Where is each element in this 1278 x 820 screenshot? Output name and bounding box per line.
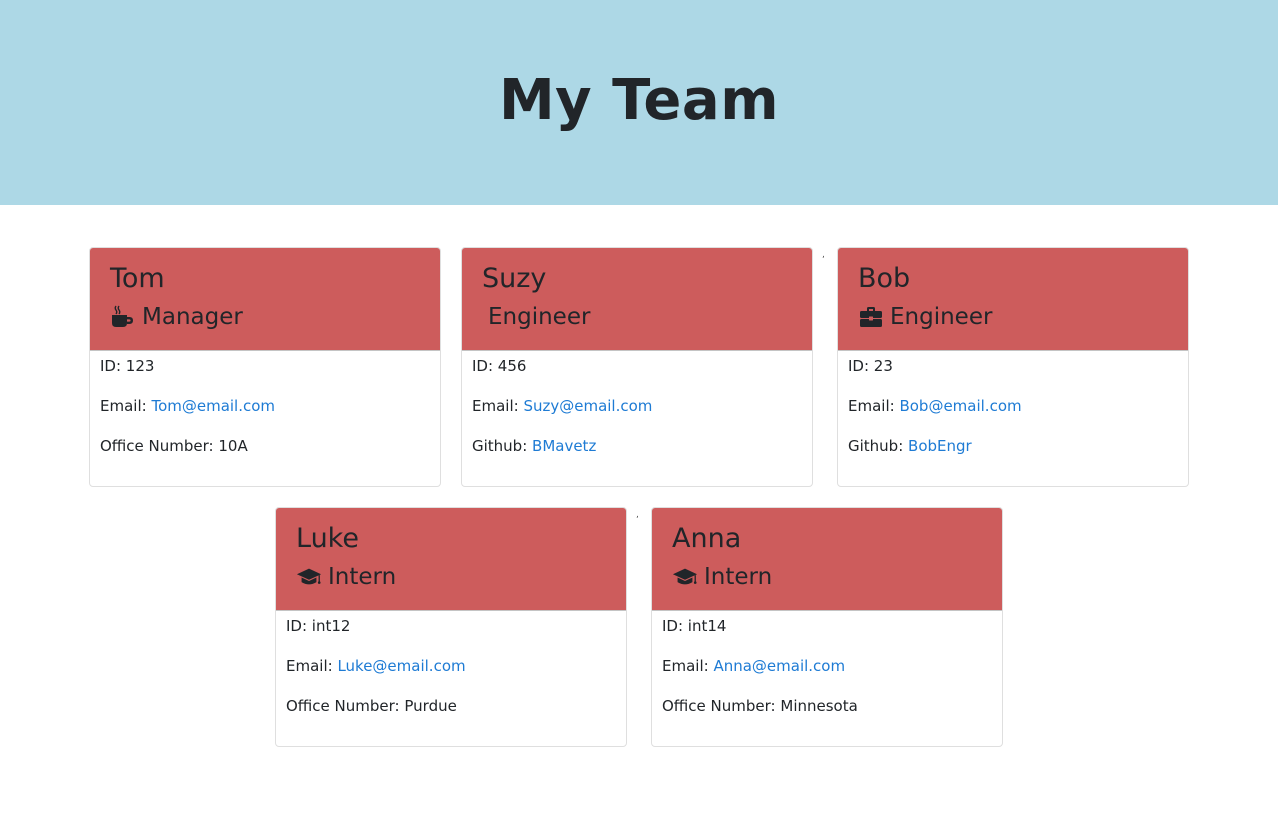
card-body: ID: int12 Email: Luke@email.com Office N… — [276, 611, 626, 715]
member-role: Engineer — [482, 302, 792, 332]
member-office: Office Number: Minnesota — [662, 697, 992, 715]
member-id: ID: int14 — [662, 617, 992, 635]
email-label: Email: — [472, 397, 524, 415]
email-label: Email: — [286, 657, 338, 675]
member-role-label: Engineer — [488, 304, 591, 330]
card-header: Bob Engineer — [838, 248, 1188, 351]
member-id: ID: 456 — [472, 357, 802, 375]
card-header: Suzy Engineer — [462, 248, 812, 351]
member-email: Email: Suzy@email.com — [472, 397, 802, 415]
team-member-card: Luke Intern ID: int12 Email: Luke@email.… — [275, 507, 627, 747]
github-link[interactable]: BMavetz — [532, 437, 596, 455]
team-member-card: Suzy Engineer ID: 456 Email: Suzy@email.… — [461, 247, 813, 487]
email-link[interactable]: Bob@email.com — [899, 397, 1021, 415]
member-name: Tom — [110, 263, 165, 294]
id-value: int12 — [311, 617, 351, 635]
member-role: Engineer — [858, 302, 1168, 332]
member-role-label: Intern — [704, 564, 773, 590]
id-value: 123 — [125, 357, 155, 375]
office-label: Office Number: — [286, 697, 405, 715]
office-label: Office Number: — [100, 437, 219, 455]
member-id: ID: int12 — [286, 617, 616, 635]
email-label: Email: — [100, 397, 152, 415]
page-header: My Team — [0, 0, 1278, 205]
member-name: Bob — [858, 263, 911, 294]
card-body: ID: 123 Email: Tom@email.com Office Numb… — [90, 351, 440, 455]
stray-mark: , — [822, 250, 825, 260]
team-member-card: Tom Manager ID: 123 Email: Tom@email.com… — [89, 247, 441, 487]
card-header: Luke Intern — [276, 508, 626, 611]
member-email: Email: Tom@email.com — [100, 397, 430, 415]
id-value: int14 — [687, 617, 727, 635]
id-value: 23 — [873, 357, 893, 375]
email-link[interactable]: Luke@email.com — [337, 657, 465, 675]
member-office: Office Number: Purdue — [286, 697, 616, 715]
team-member-card: Anna Intern ID: int14 Email: Anna@email.… — [651, 507, 1003, 747]
email-link[interactable]: Tom@email.com — [151, 397, 275, 415]
id-label: ID: — [662, 617, 688, 635]
member-office: Office Number: 10A — [100, 437, 430, 455]
github-label: Github: — [472, 437, 533, 455]
member-role-label: Engineer — [890, 304, 993, 330]
github-link[interactable]: BobEngr — [908, 437, 972, 455]
email-link[interactable]: Suzy@email.com — [523, 397, 652, 415]
mug-hot-icon — [110, 305, 136, 329]
email-link[interactable]: Anna@email.com — [713, 657, 845, 675]
email-label: Email: — [848, 397, 900, 415]
member-role: Manager — [110, 302, 420, 332]
office-value: Purdue — [404, 697, 457, 715]
team-member-card: Bob Engineer ID: 23 Email: Bob@email.com… — [837, 247, 1189, 487]
graduation-cap-icon — [296, 565, 322, 589]
graduation-cap-icon — [672, 565, 698, 589]
office-label: Office Number: — [662, 697, 781, 715]
member-role: Intern — [672, 562, 982, 592]
member-email: Email: Anna@email.com — [662, 657, 992, 675]
github-label: Github: — [848, 437, 909, 455]
email-label: Email: — [662, 657, 714, 675]
id-label: ID: — [472, 357, 498, 375]
member-id: ID: 123 — [100, 357, 430, 375]
id-label: ID: — [286, 617, 312, 635]
member-id: ID: 23 — [848, 357, 1178, 375]
card-header: Tom Manager — [90, 248, 440, 351]
id-label: ID: — [848, 357, 874, 375]
member-name: Suzy — [482, 263, 547, 294]
card-header: Anna Intern — [652, 508, 1002, 611]
id-label: ID: — [100, 357, 126, 375]
member-name: Luke — [296, 523, 359, 554]
card-body: ID: 456 Email: Suzy@email.com Github: BM… — [462, 351, 812, 455]
member-email: Email: Bob@email.com — [848, 397, 1178, 415]
member-email: Email: Luke@email.com — [286, 657, 616, 675]
office-value: 10A — [218, 437, 248, 455]
member-name: Anna — [672, 523, 742, 554]
member-role: Intern — [296, 562, 606, 592]
briefcase-icon — [858, 305, 884, 329]
member-role-label: Manager — [142, 304, 243, 330]
member-role-label: Intern — [328, 564, 397, 590]
page-title: My Team — [498, 68, 780, 133]
office-value: Minnesota — [780, 697, 858, 715]
card-body: ID: 23 Email: Bob@email.com Github: BobE… — [838, 351, 1188, 455]
card-body: ID: int14 Email: Anna@email.com Office N… — [652, 611, 1002, 715]
member-github: Github: BMavetz — [472, 437, 802, 455]
stray-mark: , — [636, 510, 639, 520]
id-value: 456 — [497, 357, 527, 375]
member-github: Github: BobEngr — [848, 437, 1178, 455]
